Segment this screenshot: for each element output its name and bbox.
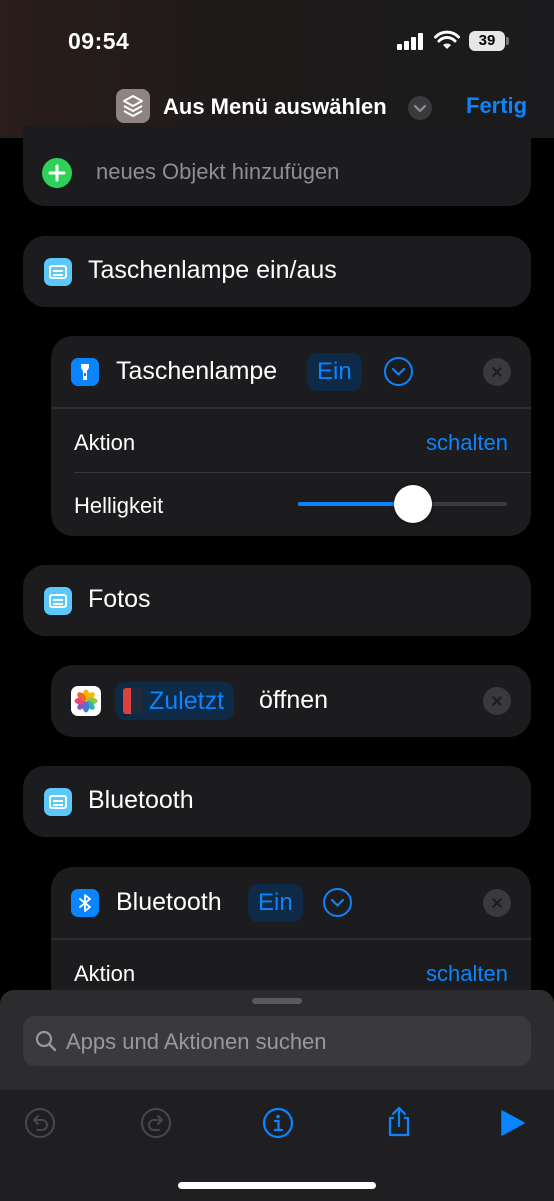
expand-chevron-icon[interactable] — [384, 357, 413, 386]
play-icon[interactable] — [498, 1109, 526, 1137]
sheet-grabber[interactable] — [252, 998, 302, 1004]
album-token[interactable]: Zuletzt — [115, 682, 235, 720]
action-param-value[interactable]: schalten — [426, 430, 508, 456]
divider — [74, 472, 531, 473]
status-bar: 09:54 39 — [0, 0, 554, 80]
search-icon — [35, 1030, 57, 1052]
add-icon — [42, 158, 72, 188]
done-button[interactable]: Fertig — [466, 93, 527, 119]
search-input[interactable]: Apps und Aktionen suchen — [23, 1016, 531, 1066]
menu-item-icon — [44, 587, 72, 615]
menu-section-header[interactable]: Taschenlampe ein/aus — [23, 236, 531, 307]
album-name: Zuletzt — [149, 686, 225, 715]
divider — [51, 407, 531, 409]
expand-chevron-icon[interactable] — [323, 888, 352, 917]
wifi-icon — [434, 30, 460, 49]
menu-section-title: Fotos — [88, 585, 151, 613]
action-search-sheet: Apps und Aktionen suchen — [0, 990, 554, 1201]
menu-item-icon — [44, 258, 72, 286]
flashlight-action-title: Taschenlampe — [116, 357, 278, 385]
flashlight-state-token[interactable]: Ein — [307, 353, 362, 391]
divider — [51, 938, 531, 940]
menu-section-title: Bluetooth — [88, 786, 194, 814]
add-item-label: neues Objekt hinzufügen — [96, 159, 340, 184]
bluetooth-icon — [71, 889, 99, 917]
cellular-signal-icon — [397, 33, 425, 50]
flashlight-icon — [71, 358, 99, 386]
share-icon[interactable] — [383, 1104, 415, 1138]
home-indicator — [178, 1182, 376, 1189]
menu-section-header[interactable]: Bluetooth — [23, 766, 531, 837]
slider-fill — [298, 502, 403, 506]
slider-thumb[interactable] — [393, 485, 432, 523]
remove-action-icon[interactable] — [483, 358, 511, 386]
search-placeholder: Apps und Aktionen suchen — [66, 1029, 327, 1054]
shortcut-icon[interactable] — [116, 89, 150, 123]
brightness-label: Helligkeit — [74, 493, 164, 518]
battery-icon: 39 — [469, 31, 505, 51]
menu-item-icon — [44, 788, 72, 816]
action-param-value[interactable]: schalten — [426, 961, 508, 987]
status-time: 09:54 — [68, 28, 130, 54]
remove-action-icon[interactable] — [483, 687, 511, 715]
brightness-slider[interactable] — [298, 484, 507, 524]
info-icon[interactable] — [262, 1107, 294, 1139]
bluetooth-state-token[interactable]: Ein — [248, 884, 303, 922]
chevron-down-icon[interactable] — [408, 96, 432, 120]
album-thumbnail-icon — [123, 688, 143, 714]
undo-icon[interactable] — [24, 1107, 56, 1139]
photos-app-icon — [71, 686, 101, 716]
battery-tip — [506, 37, 509, 45]
shortcut-title[interactable]: Aus Menü auswählen — [163, 94, 387, 120]
flashlight-action-card[interactable]: Taschenlampe Ein Aktion schalten Helligk… — [51, 336, 531, 536]
bluetooth-action-title: Bluetooth — [116, 888, 222, 916]
add-item-row[interactable]: neues Objekt hinzufügen — [23, 126, 531, 206]
photos-action-card[interactable]: Zuletzt öffnen — [51, 665, 531, 737]
remove-action-icon[interactable] — [483, 889, 511, 917]
menu-section-title: Taschenlampe ein/aus — [88, 256, 337, 284]
action-param-label: Aktion — [74, 430, 136, 455]
editor-toolbar — [0, 1090, 554, 1201]
photos-action-verb: öffnen — [259, 686, 329, 714]
action-param-label: Aktion — [74, 961, 136, 986]
redo-icon[interactable] — [140, 1107, 172, 1139]
menu-section-header[interactable]: Fotos — [23, 565, 531, 636]
